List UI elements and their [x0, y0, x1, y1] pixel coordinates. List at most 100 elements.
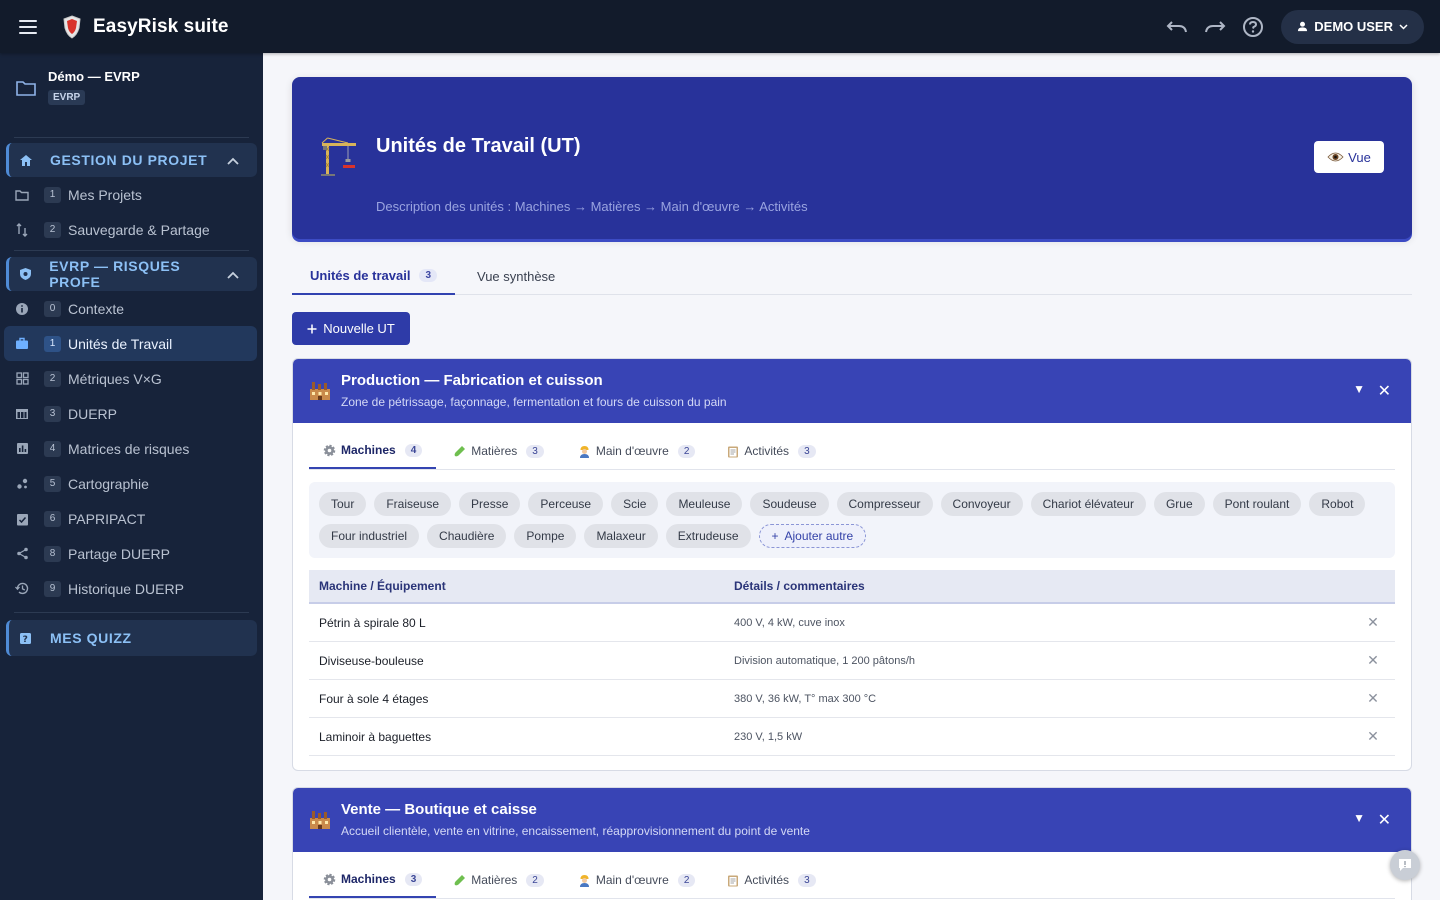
add-other-chip[interactable]: + Ajouter autre [758, 524, 867, 548]
machine-chip[interactable]: Chariot élévateur [1030, 492, 1146, 516]
item-number: 5 [44, 475, 61, 492]
machine-chip[interactable]: Pompe [514, 524, 577, 548]
factory-icon [309, 379, 331, 401]
subtab-activites[interactable]: Activités 3 [713, 433, 829, 469]
machine-chip[interactable]: Scie [611, 492, 659, 516]
machine-name-cell[interactable]: Four à sole 4 étages [309, 692, 734, 706]
subtab-label: Matières [471, 873, 518, 887]
sidebar-item-mes-projets[interactable]: 1 Mes Projets [0, 177, 263, 212]
collapse-triangle-icon[interactable]: ▼ [1353, 811, 1365, 825]
delete-row-icon[interactable]: ✕ [1351, 652, 1395, 669]
machine-chip[interactable]: Perceuse [528, 492, 604, 516]
chevron-up-icon[interactable] [227, 152, 239, 168]
machine-chip[interactable]: Four industriel [319, 524, 420, 548]
tab-vue-synthese[interactable]: Vue synthèse [455, 257, 573, 295]
machine-chip[interactable]: Tour [319, 492, 367, 516]
sidebar-item-partage-duerp[interactable]: 8 Partage DUERP [0, 536, 263, 571]
subtab-activites[interactable]: Activités 3 [713, 862, 829, 898]
delete-row-icon[interactable]: ✕ [1351, 614, 1395, 631]
view-button[interactable]: Vue [1314, 141, 1384, 173]
section-gestion-projet[interactable]: GESTION DU PROJET [6, 143, 257, 177]
machine-chip[interactable]: Fraiseuse [374, 492, 452, 516]
machine-chip[interactable]: Soudeuse [750, 492, 829, 516]
section-mes-quizz[interactable]: ? MES QUIZZ [6, 620, 257, 656]
sidebar-item-cartographie[interactable]: 5 Cartographie [0, 466, 263, 501]
close-icon[interactable]: ✕ [1378, 810, 1391, 830]
subtab-machines[interactable]: Machines 3 [309, 862, 437, 898]
details-cell[interactable]: 400 V, 4 kW, cuve inox [734, 617, 1351, 629]
item-number: 1 [44, 186, 61, 203]
menu-icon[interactable] [19, 16, 45, 38]
section-label: EVRP — RISQUES PROFE [49, 258, 181, 290]
machine-suggestion-chips: Tour Fraiseuse Presse Perceuse Scie Meuleuse S… [309, 482, 1395, 558]
details-cell[interactable]: 380 V, 36 kW, T° max 300 °C [734, 693, 1351, 705]
chat-alert-icon [1399, 859, 1411, 871]
app-title: EasyRisk suite [93, 15, 229, 37]
sidebar-item-metriques[interactable]: 2 Métriques V×G [0, 361, 263, 396]
folder-icon [16, 79, 38, 99]
item-number: 3 [44, 405, 61, 422]
delete-row-icon[interactable]: ✕ [1351, 728, 1395, 745]
machine-name-cell[interactable]: Laminoir à baguettes [309, 730, 734, 744]
subtab-main-oeuvre[interactable]: Main d'œuvre 2 [564, 433, 710, 469]
section-evrp[interactable]: EVRP — RISQUES PROFE [6, 257, 257, 291]
machine-name-cell[interactable]: Diviseuse-bouleuse [309, 654, 734, 668]
new-ut-button[interactable]: Nouvelle UT [292, 312, 410, 345]
item-label: Partage DUERP [68, 545, 170, 562]
item-label: Mes Projets [68, 186, 142, 203]
ut-subtitle: Zone de pétrissage, façonnage, fermentat… [341, 395, 727, 409]
item-label: Métriques V×G [68, 370, 162, 387]
item-number: 2 [44, 221, 61, 238]
sidebar-item-matrices[interactable]: 4 Matrices de risques [0, 431, 263, 466]
sidebar-item-contexte[interactable]: 0 Contexte [0, 291, 263, 326]
ut-card-header[interactable]: Vente — Boutique et caisse Accueil clien… [293, 788, 1411, 852]
test-tube-icon [454, 874, 466, 886]
item-label: PAPRIPACT [68, 510, 146, 527]
subtab-count: 3 [798, 873, 816, 887]
machine-chip[interactable]: Convoyeur [940, 492, 1023, 516]
item-number: 1 [44, 335, 61, 352]
machine-chip[interactable]: Extrudeuse [665, 524, 751, 548]
clipboard-icon [727, 874, 739, 887]
details-cell[interactable]: Division automatique, 1 200 pâtons/h [734, 655, 1351, 667]
subtab-matieres[interactable]: Matières 2 [440, 862, 558, 898]
close-icon[interactable]: ✕ [1378, 381, 1391, 401]
folder-icon [14, 187, 30, 203]
collapse-triangle-icon[interactable]: ▼ [1353, 382, 1365, 396]
table-row: Pétrin à spirale 80 L 400 V, 4 kW, cuve i… [309, 604, 1395, 642]
details-cell[interactable]: 230 V, 1,5 kW [734, 731, 1351, 743]
machine-chip[interactable]: Meuleuse [666, 492, 743, 516]
machine-chip[interactable]: Chaudière [427, 524, 507, 548]
sidebar-item-unites-travail[interactable]: 1 Unités de Travail [4, 326, 257, 361]
ut-card-header[interactable]: Production — Fabrication et cuisson Zone… [293, 359, 1411, 423]
subtab-main-oeuvre[interactable]: Main d'œuvre 2 [564, 862, 710, 898]
item-label: Contexte [68, 300, 125, 317]
tab-unites-travail[interactable]: Unités de travail 3 [292, 257, 455, 295]
machine-chip[interactable]: Grue [1153, 492, 1205, 516]
machine-name-cell[interactable]: Pétrin à spirale 80 L [309, 616, 734, 630]
user-menu-button[interactable]: DEMO USER [1281, 9, 1424, 44]
undo-icon[interactable] [1163, 13, 1191, 41]
swap-icon [14, 222, 30, 238]
chevron-up-icon[interactable] [227, 266, 239, 282]
sidebar-item-duerp[interactable]: 3 DUERP [0, 396, 263, 431]
machine-chip[interactable]: Robot [1309, 492, 1366, 516]
redo-icon[interactable] [1201, 13, 1229, 41]
help-icon[interactable] [1239, 13, 1267, 41]
sidebar-item-papripact[interactable]: 6 PAPRIPACT [0, 501, 263, 536]
project-name: Démo — EVRP [48, 69, 140, 84]
plus-icon [307, 324, 317, 334]
machine-chip[interactable]: Malaxeur [584, 524, 658, 548]
view-button-label: Vue [1348, 149, 1371, 165]
briefcase-icon [14, 336, 30, 352]
subtab-machines[interactable]: Machines 4 [309, 433, 437, 469]
feedback-chat-button[interactable] [1390, 850, 1420, 880]
machine-chip[interactable]: Pont roulant [1212, 492, 1302, 516]
project-card[interactable]: Démo — EVRP EVRP [0, 53, 263, 137]
machine-chip[interactable]: Compresseur [836, 492, 933, 516]
sidebar-item-historique[interactable]: 9 Historique DUERP [0, 571, 263, 606]
subtab-matieres[interactable]: Matières 3 [440, 433, 558, 469]
delete-row-icon[interactable]: ✕ [1351, 690, 1395, 707]
machine-chip[interactable]: Presse [459, 492, 521, 516]
sidebar-item-sauvegarde[interactable]: 2 Sauvegarde & Partage [0, 212, 263, 247]
